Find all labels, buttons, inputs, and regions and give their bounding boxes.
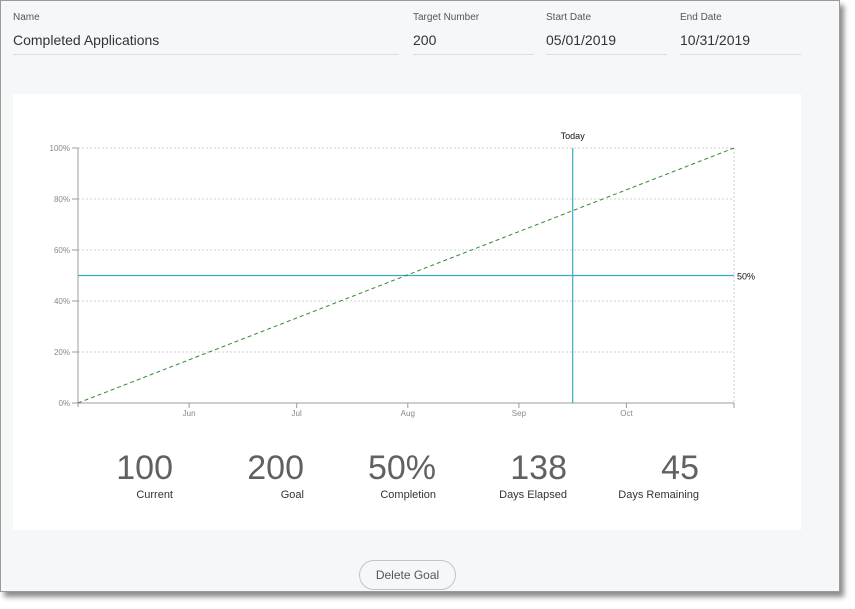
y-tick-label: 100%: [50, 144, 70, 153]
stat-completion-label: Completion: [380, 489, 436, 501]
stat-days-remaining-label: Days Remaining: [618, 489, 699, 501]
x-tick-label: Jun: [183, 409, 196, 418]
stat-days-remaining: 45 Days Remaining: [601, 448, 699, 502]
stat-current-value: 100: [116, 449, 173, 487]
stat-current-label: Current: [136, 489, 173, 501]
stat-days-elapsed-value: 138: [510, 449, 567, 487]
stat-days-elapsed: 138 Days Elapsed: [481, 448, 567, 502]
delete-goal-button[interactable]: Delete Goal: [359, 560, 456, 590]
x-tick-label: Sep: [512, 409, 527, 418]
stat-current: 100 Current: [101, 448, 173, 502]
y-tick-label: 20%: [54, 348, 70, 357]
x-tick-label: Aug: [401, 409, 415, 418]
x-tick-label: Jul: [292, 409, 302, 418]
stat-days-elapsed-label: Days Elapsed: [499, 489, 567, 501]
x-tick-label: Oct: [620, 409, 633, 418]
y-tick-label: 40%: [54, 297, 70, 306]
goal-chart: 0% 20% 40% 60% 80% 100% Jun Jul Aug Sep Oct 50% Tod…: [50, 131, 755, 418]
y-tick-label: 0%: [58, 399, 70, 408]
today-label: Today: [561, 131, 586, 141]
stat-goal: 200 Goal: [231, 448, 304, 502]
y-tick-label: 60%: [54, 246, 70, 255]
stat-completion-value: 50%: [367, 449, 436, 487]
stat-completion: 50% Completion: [361, 448, 436, 502]
y-tick-label: 80%: [54, 195, 70, 204]
current-progress-label: 50%: [737, 272, 755, 282]
stat-days-remaining-value: 45: [661, 449, 699, 487]
stat-goal-label: Goal: [280, 489, 304, 501]
goal-window: Name Completed Applications Target Numbe…: [0, 0, 840, 592]
stat-goal-value: 200: [247, 449, 304, 487]
